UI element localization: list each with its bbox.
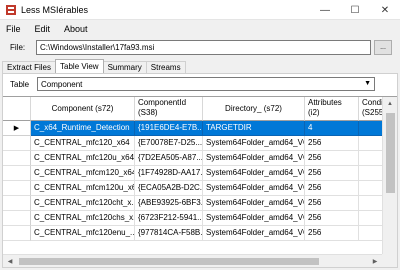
table-cell[interactable]: {191E6DE4-E7B... <box>135 121 203 136</box>
title-bar: Less MSIérables — ☐ ✕ <box>0 0 400 20</box>
row-header[interactable] <box>3 196 31 211</box>
menu-edit[interactable]: Edit <box>35 24 51 34</box>
file-row: File: ... <box>0 38 400 58</box>
table-select[interactable]: Component ▼ <box>37 77 375 91</box>
column-header-attributes[interactable]: Attributes (i2) <box>305 97 359 121</box>
minimize-button[interactable]: — <box>310 0 340 20</box>
table-cell[interactable]: System64Folder_amd64_VC <box>203 211 305 226</box>
grid-header: Component (s72) ComponentId (S38) Direct… <box>3 97 397 121</box>
row-header[interactable] <box>3 166 31 181</box>
table-row[interactable]: C_CENTRAL_mfc120_x64 {E70078E7-D25... Syst… <box>3 136 397 151</box>
table-row[interactable]: ▶ C_x64_Runtime_Detection {191E6DE4-E7B...… <box>3 121 397 136</box>
file-label: File: <box>10 43 26 52</box>
scroll-up-icon[interactable]: ▲ <box>383 97 397 111</box>
table-row[interactable]: C_CENTRAL_mfcm120_x64 {1F74928D-AA17... Sy… <box>3 166 397 181</box>
table-cell[interactable]: {1F74928D-AA17... <box>135 166 203 181</box>
tab-strip: Extract Files Table View Summary Streams <box>2 59 186 73</box>
table-cell[interactable]: System64Folder_amd64_VC <box>203 226 305 241</box>
table-row[interactable]: C_CENTRAL_mfcm120u_x64 {ECA05A2B-D2C... Sy… <box>3 181 397 196</box>
table-cell[interactable]: C_CENTRAL_mfc120u_x64 <box>31 151 135 166</box>
table-cell[interactable]: 256 <box>305 181 359 196</box>
table-cell[interactable]: C_CENTRAL_mfcm120u_x64 <box>31 181 135 196</box>
row-header[interactable] <box>3 136 31 151</box>
table-select-value: Component <box>41 79 83 89</box>
row-header[interactable] <box>3 211 31 226</box>
window-title: Less MSIérables <box>21 4 89 15</box>
chevron-down-icon: ▼ <box>364 80 371 87</box>
app-icon <box>5 4 17 16</box>
row-header[interactable] <box>3 181 31 196</box>
table-row[interactable]: C_CENTRAL_mfc120u_x64 {7D2EA505-A87... Sys… <box>3 151 397 166</box>
row-header[interactable] <box>3 226 31 241</box>
horizontal-scroll-thumb[interactable] <box>19 258 319 265</box>
menu-about[interactable]: About <box>64 24 88 34</box>
table-cell[interactable]: System64Folder_amd64_VC <box>203 151 305 166</box>
grid-rows: ▶ C_x64_Runtime_Detection {191E6DE4-E7B...… <box>3 121 397 241</box>
table-row[interactable]: C_CENTRAL_mfc120cht_x... {ABE93925-6BF3..… <box>3 196 397 211</box>
tab-table-view[interactable]: Table View <box>55 59 104 73</box>
table-cell[interactable]: {6723F212-5941... <box>135 211 203 226</box>
scrollbar-corner <box>382 254 397 267</box>
table-cell[interactable]: C_CENTRAL_mfc120chs_x... <box>31 211 135 226</box>
table-cell[interactable]: {ABE93925-6BF3... <box>135 196 203 211</box>
table-cell[interactable]: 256 <box>305 136 359 151</box>
maximize-button[interactable]: ☐ <box>340 0 370 20</box>
table-cell[interactable]: {E70078E7-D25... <box>135 136 203 151</box>
row-header[interactable] <box>3 151 31 166</box>
scroll-right-icon[interactable]: ▶ <box>368 255 382 267</box>
table-cell[interactable]: 256 <box>305 226 359 241</box>
table-cell[interactable]: {977814CA-F58B... <box>135 226 203 241</box>
scroll-left-icon[interactable]: ◀ <box>3 255 17 267</box>
table-cell[interactable]: {7D2EA505-A87... <box>135 151 203 166</box>
table-cell[interactable]: C_CENTRAL_mfc120enu_... <box>31 226 135 241</box>
table-cell[interactable]: System64Folder_amd64_VC <box>203 136 305 151</box>
table-cell[interactable]: C_CENTRAL_mfc120cht_x... <box>31 196 135 211</box>
table-row[interactable]: C_CENTRAL_mfc120chs_x... {6723F212-5941..… <box>3 211 397 226</box>
table-cell[interactable]: 4 <box>305 121 359 136</box>
table-cell[interactable]: System64Folder_amd64_VC <box>203 196 305 211</box>
tab-streams[interactable]: Streams <box>145 61 186 73</box>
column-header-directory[interactable]: Directory_ (s72) <box>203 97 305 121</box>
file-path-input[interactable] <box>36 40 371 55</box>
table-cell[interactable]: System64Folder_amd64_VC <box>203 181 305 196</box>
tab-extract-files[interactable]: Extract Files <box>2 61 57 73</box>
table-view-panel: Table Component ▼ Component (s72) Compon… <box>2 73 398 268</box>
window-controls: — ☐ ✕ <box>310 0 400 20</box>
tab-summary[interactable]: Summary <box>102 61 147 73</box>
table-cell[interactable]: 256 <box>305 151 359 166</box>
vertical-scrollbar[interactable]: ▲ <box>382 97 397 255</box>
row-header-corner <box>3 97 31 121</box>
table-cell[interactable]: C_x64_Runtime_Detection <box>31 121 135 136</box>
table-label: Table <box>10 80 30 89</box>
column-header-component[interactable]: Component (s72) <box>31 97 135 121</box>
table-cell[interactable]: 256 <box>305 166 359 181</box>
table-cell[interactable]: C_CENTRAL_mfc120_x64 <box>31 136 135 151</box>
menu-file[interactable]: File <box>6 24 21 34</box>
table-cell[interactable]: System64Folder_amd64_VC <box>203 166 305 181</box>
table-row[interactable]: C_CENTRAL_mfc120enu_... {977814CA-F58B...… <box>3 226 397 241</box>
table-cell[interactable]: 256 <box>305 196 359 211</box>
table-cell[interactable]: TARGETDIR <box>203 121 305 136</box>
data-grid[interactable]: Component (s72) ComponentId (S38) Direct… <box>3 96 397 267</box>
horizontal-scrollbar[interactable]: ◀ ▶ <box>3 254 382 267</box>
menu-bar: File Edit About <box>0 21 400 37</box>
table-cell[interactable]: C_CENTRAL_mfcm120_x64 <box>31 166 135 181</box>
vertical-scroll-thumb[interactable] <box>386 113 395 193</box>
browse-button[interactable]: ... <box>374 40 392 55</box>
table-cell[interactable]: 256 <box>305 211 359 226</box>
row-header[interactable]: ▶ <box>3 121 31 136</box>
column-header-componentid[interactable]: ComponentId (S38) <box>135 97 203 121</box>
close-button[interactable]: ✕ <box>370 0 400 20</box>
table-cell[interactable]: {ECA05A2B-D2C... <box>135 181 203 196</box>
